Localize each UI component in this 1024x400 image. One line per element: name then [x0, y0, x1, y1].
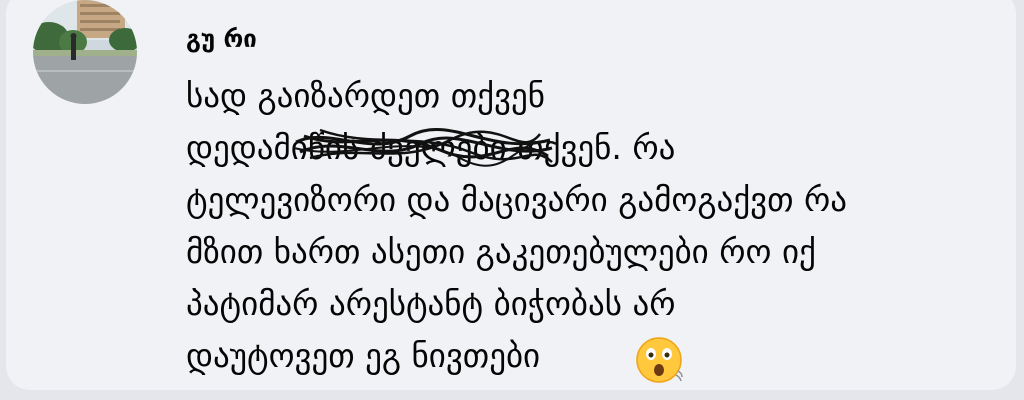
- astonished-face-icon: [636, 337, 683, 383]
- comment-line: დაუტოვეთ ეგ ნივთები: [186, 336, 541, 375]
- comment-line: მზით ხართ ასეთი გაკეთებულები რო იქ: [186, 232, 816, 271]
- comment-line: სად გაიზარდეთ თქვენ: [186, 76, 545, 115]
- comment-line: პატიმარ არესტანტ ბიჭობას არ: [186, 284, 676, 323]
- comment-author-name[interactable]: გუ რი: [186, 25, 257, 53]
- comment-line: დედამიწის ძველები თქვენ. რა: [186, 128, 676, 167]
- comment-text: სად გაიზარდეთ თქვენ დედამიწის ძველები თქ…: [186, 70, 847, 382]
- avatar[interactable]: [33, 0, 137, 104]
- avatar-photo: [33, 0, 137, 104]
- comment-line: ტელევიზორი და მაცივარი გამოგაქვთ რა: [186, 180, 848, 219]
